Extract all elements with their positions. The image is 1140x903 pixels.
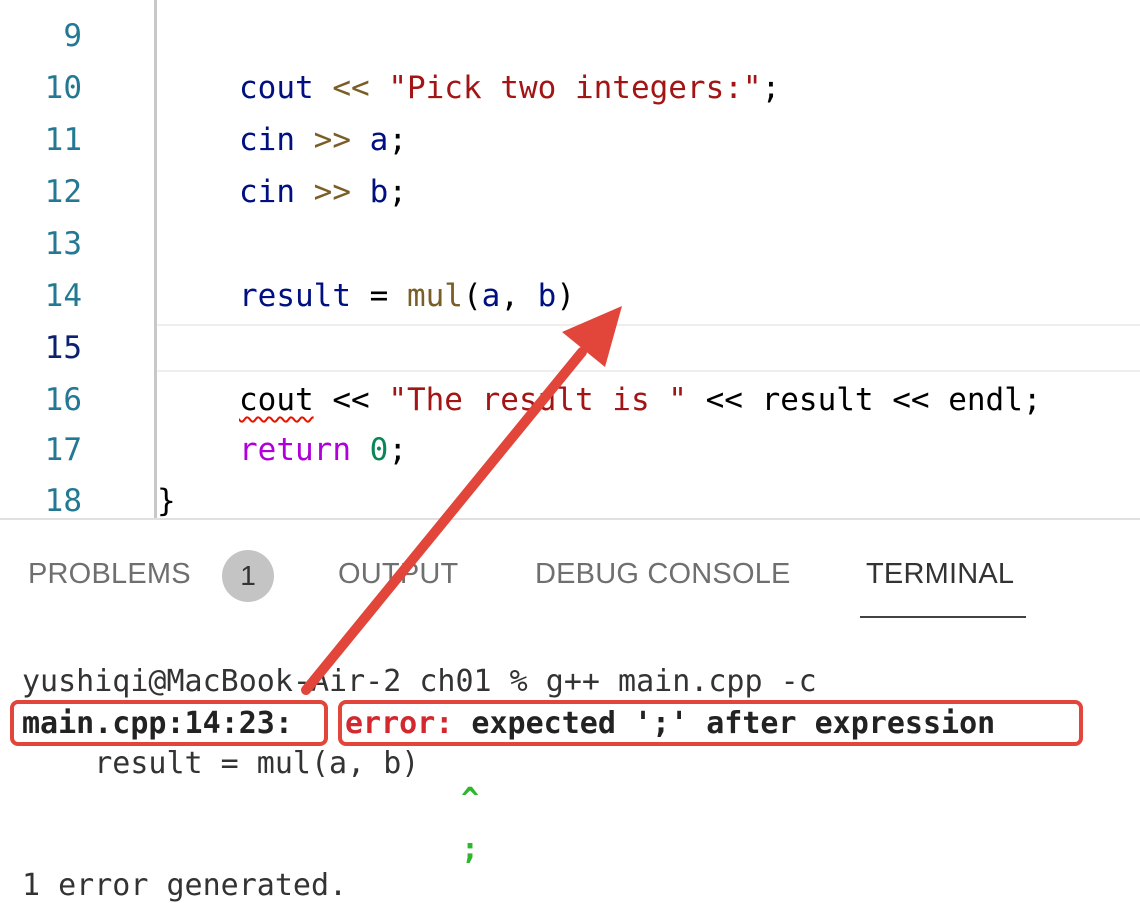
error-caret: ^ <box>461 782 480 817</box>
line-number: 12 <box>44 174 82 210</box>
code-line[interactable]: 11 cin >> a; <box>0 114 1140 166</box>
code-text: cout << "Pick two integers:"; <box>239 70 781 106</box>
error-highlight-box <box>338 700 1083 746</box>
terminal-prompt-line: yushiqi@MacBook-Air-2 ch01 % g++ main.cp… <box>22 664 817 699</box>
problems-count-badge: 1 <box>222 550 274 602</box>
error-squiggle: cout <box>239 382 314 418</box>
line-number: 13 <box>44 226 82 262</box>
fixit-hint: ; <box>461 832 480 867</box>
location-highlight-box <box>10 700 328 746</box>
code-line[interactable]: 16 cout << "The result is " << result <<… <box>0 374 1140 426</box>
code-line[interactable]: 14 result = mul(a, b) <box>0 270 1140 322</box>
line-number: 17 <box>44 432 82 468</box>
code-line[interactable]: 9 <box>0 10 1140 62</box>
code-text: return 0; <box>239 432 407 468</box>
code-editor[interactable]: 9 10 cout << "Pick two integers:"; 11 ci… <box>0 0 1140 518</box>
line-number: 10 <box>44 70 82 106</box>
line-number: 18 <box>44 483 82 518</box>
code-text: } <box>157 483 176 518</box>
line-number: 16 <box>44 382 82 418</box>
code-line[interactable]: 10 cout << "Pick two integers:"; <box>0 62 1140 114</box>
code-line[interactable]: 17 return 0; <box>0 424 1140 476</box>
code-line[interactable]: 12 cin >> b; <box>0 166 1140 218</box>
source-line: result = mul(a, b) <box>22 746 420 781</box>
tab-terminal[interactable]: TERMINAL <box>866 558 1014 591</box>
code-text: cout << "The result is " << result << en… <box>239 382 1042 418</box>
code-text: result = mul(a, b) <box>239 278 575 314</box>
line-number: 11 <box>44 122 82 158</box>
line-number: 14 <box>44 278 82 314</box>
tab-output[interactable]: OUTPUT <box>338 558 458 591</box>
code-line[interactable]: 18 } <box>0 475 1140 518</box>
code-line-current[interactable]: 15 <box>0 322 1140 374</box>
code-text: cin >> b; <box>239 174 407 210</box>
code-line[interactable]: 13 <box>0 218 1140 270</box>
line-number: 15 <box>44 330 82 366</box>
active-tab-indicator <box>860 616 1026 618</box>
tab-debug-console[interactable]: DEBUG CONSOLE <box>535 558 791 591</box>
code-text: cin >> a; <box>239 122 407 158</box>
line-number: 9 <box>63 18 82 54</box>
bottom-panel: PROBLEMS 1 OUTPUT DEBUG CONSOLE TERMINAL… <box>0 518 1140 903</box>
tab-problems[interactable]: PROBLEMS <box>28 558 191 591</box>
